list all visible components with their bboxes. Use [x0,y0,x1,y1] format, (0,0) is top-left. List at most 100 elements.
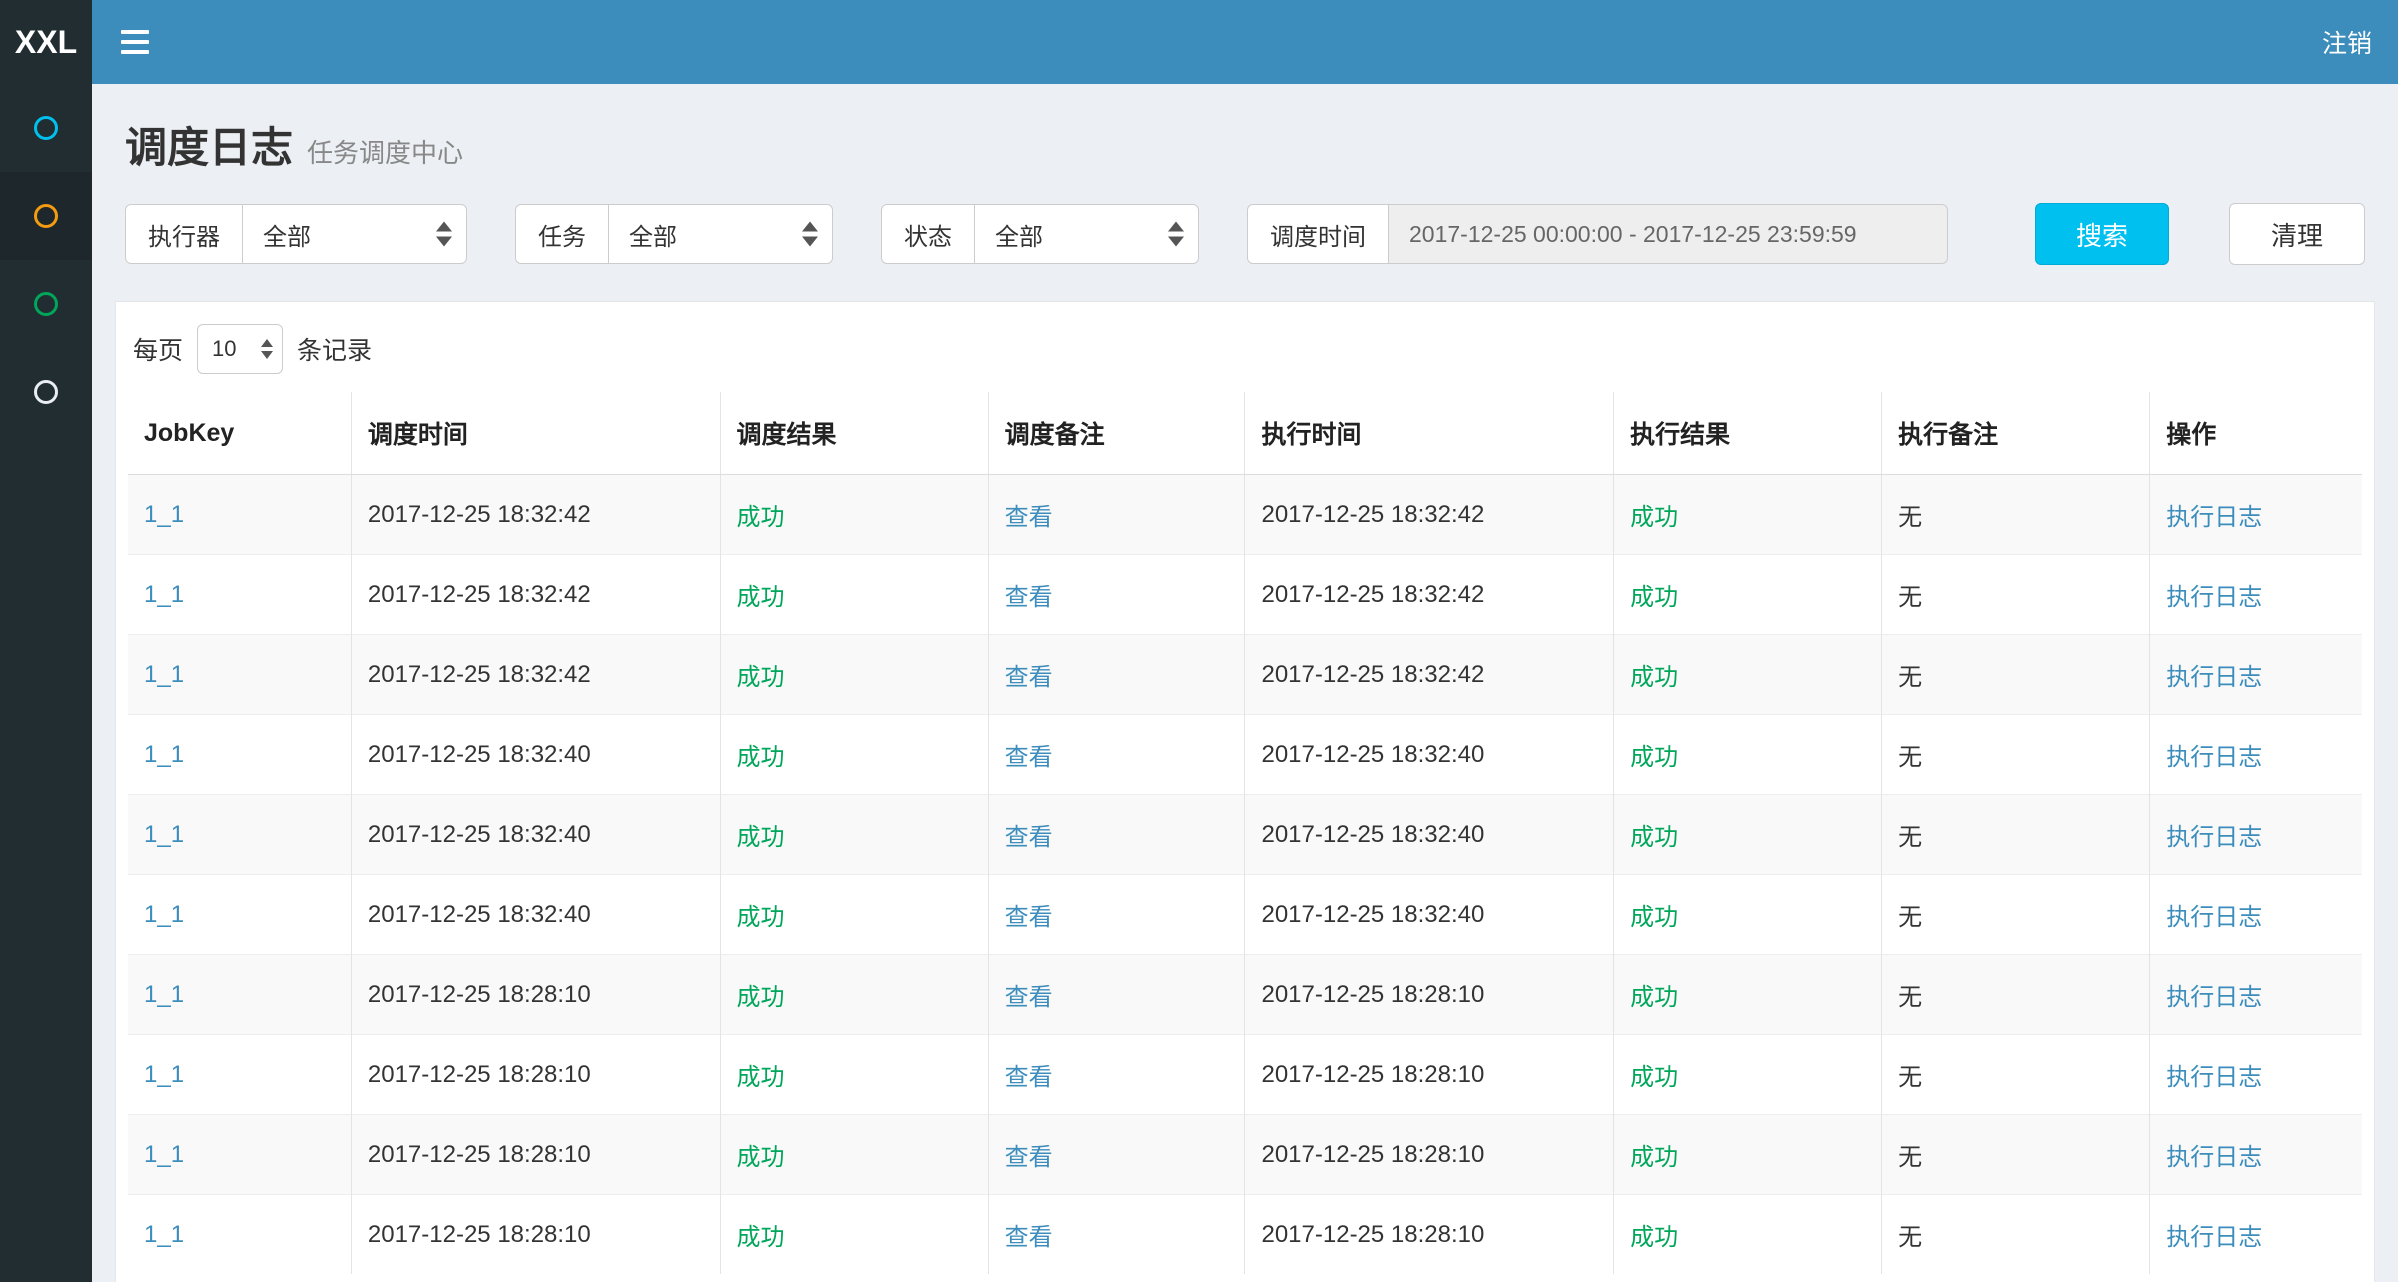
trigger-time-range-input[interactable] [1388,204,1948,264]
jobkey-link[interactable]: 1_1 [144,821,184,848]
handle-time-cell: 2017-12-25 18:28:10 [1245,1035,1614,1115]
page-subtitle: 任务调度中心 [307,133,463,170]
view-trigger-msg-link[interactable]: 查看 [1005,664,1053,691]
exec-log-link[interactable]: 执行日志 [2166,664,2262,691]
jobkey-link[interactable]: 1_1 [144,581,184,608]
jobkey-link-cell: 1_1 [128,635,351,715]
column-header-handle-time: 执行时间 [1245,392,1614,475]
exec-log-link[interactable]: 执行日志 [2166,1064,2262,1091]
log-table: JobKey调度时间调度结果调度备注执行时间执行结果执行备注操作 1_12017… [128,392,2362,1274]
column-header-trigger-result: 调度结果 [720,392,988,475]
status-select[interactable]: 全部 [974,204,1199,264]
handle-time-cell: 2017-12-25 18:32:40 [1245,795,1614,875]
content-header: 调度日志 任务调度中心 [115,84,2375,203]
view-trigger-msg-link[interactable]: 查看 [1005,1144,1053,1171]
trigger-time-cell: 2017-12-25 18:32:40 [351,795,720,875]
exec-log-link-cell: 执行日志 [2150,635,2362,715]
exec-log-link[interactable]: 执行日志 [2166,904,2262,931]
handle-result-cell: 成功 [1614,475,1882,555]
executor-select[interactable]: 全部 [242,204,467,264]
view-trigger-msg-link-cell: 查看 [988,635,1245,715]
status-select-value: 全部 [995,217,1043,252]
jobkey-link[interactable]: 1_1 [144,1141,184,1168]
sidebar-toggle-button[interactable] [100,0,170,84]
column-header-action: 操作 [2150,392,2362,475]
view-trigger-msg-link[interactable]: 查看 [1005,584,1053,611]
status-filter-group: 状态 全部 [881,204,1199,264]
logout-link[interactable]: 注销 [2296,0,2398,84]
column-header-handle-msg: 执行备注 [1882,392,2150,475]
content-area: 调度日志 任务调度中心 执行器 全部 任务 全部 状态 全部 [92,84,2398,1282]
log-panel: 每页 10 条记录 JobKey调度时间调度结果调度备注执行时间执行结果执行备注… [115,301,2375,1282]
clear-button[interactable]: 清理 [2229,203,2365,265]
log-table-body: 1_12017-12-25 18:32:42成功查看2017-12-25 18:… [128,475,2362,1275]
jobkey-link-cell: 1_1 [128,1115,351,1195]
executor-select-value: 全部 [263,217,311,252]
exec-log-link[interactable]: 执行日志 [2166,984,2262,1011]
table-row: 1_12017-12-25 18:28:10成功查看2017-12-25 18:… [128,1195,2362,1275]
view-trigger-msg-link[interactable]: 查看 [1005,1224,1053,1251]
trigger-result-cell: 成功 [720,1115,988,1195]
handle-msg-cell: 无 [1882,1115,2150,1195]
trigger-result-cell: 成功 [720,875,988,955]
sidebar-item-3[interactable] [0,260,92,348]
handle-msg-cell: 无 [1882,875,2150,955]
trigger-time-cell: 2017-12-25 18:32:40 [351,715,720,795]
jobkey-link[interactable]: 1_1 [144,741,184,768]
jobkey-link[interactable]: 1_1 [144,1221,184,1248]
trigger-time-filter-group: 调度时间 [1247,204,1948,264]
circle-outline-icon [34,116,58,140]
sidebar-item-4[interactable] [0,348,92,436]
exec-log-link-cell: 执行日志 [2150,1195,2362,1275]
exec-log-link[interactable]: 执行日志 [2166,824,2262,851]
view-trigger-msg-link-cell: 查看 [988,715,1245,795]
jobkey-link[interactable]: 1_1 [144,901,184,928]
jobkey-link[interactable]: 1_1 [144,1061,184,1088]
column-header-jobkey: JobKey [128,392,351,475]
view-trigger-msg-link[interactable]: 查看 [1005,1064,1053,1091]
select-arrows-icon [1168,222,1184,247]
exec-log-link[interactable]: 执行日志 [2166,584,2262,611]
trigger-time-cell: 2017-12-25 18:32:42 [351,475,720,555]
view-trigger-msg-link[interactable]: 查看 [1005,744,1053,771]
handle-time-cell: 2017-12-25 18:32:40 [1245,875,1614,955]
exec-log-link[interactable]: 执行日志 [2166,1224,2262,1251]
executor-filter-label: 执行器 [125,204,242,264]
exec-log-link[interactable]: 执行日志 [2166,504,2262,531]
search-button[interactable]: 搜索 [2035,203,2169,265]
view-trigger-msg-link[interactable]: 查看 [1005,904,1053,931]
view-trigger-msg-link[interactable]: 查看 [1005,984,1053,1011]
page-length-value: 10 [212,336,236,362]
status-filter-label: 状态 [881,204,974,264]
exec-log-link-cell: 执行日志 [2150,715,2362,795]
trigger-time-cell: 2017-12-25 18:32:42 [351,635,720,715]
job-select[interactable]: 全部 [608,204,833,264]
handle-msg-cell: 无 [1882,475,2150,555]
jobkey-link-cell: 1_1 [128,715,351,795]
trigger-result-cell: 成功 [720,635,988,715]
jobkey-link[interactable]: 1_1 [144,501,184,528]
trigger-result-cell: 成功 [720,475,988,555]
trigger-time-cell: 2017-12-25 18:28:10 [351,955,720,1035]
sidebar-item-1[interactable] [0,84,92,172]
handle-msg-cell: 无 [1882,635,2150,715]
view-trigger-msg-link-cell: 查看 [988,1115,1245,1195]
job-filter-group: 任务 全部 [515,204,833,264]
sidebar-item-2[interactable] [0,172,92,260]
exec-log-link-cell: 执行日志 [2150,795,2362,875]
trigger-time-cell: 2017-12-25 18:32:40 [351,875,720,955]
exec-log-link[interactable]: 执行日志 [2166,744,2262,771]
select-arrows-icon [261,339,273,359]
app-logo[interactable]: XXL [0,0,92,84]
exec-log-link-cell: 执行日志 [2150,555,2362,635]
jobkey-link-cell: 1_1 [128,555,351,635]
jobkey-link[interactable]: 1_1 [144,661,184,688]
jobkey-link[interactable]: 1_1 [144,981,184,1008]
circle-outline-icon [34,380,58,404]
exec-log-link[interactable]: 执行日志 [2166,1144,2262,1171]
view-trigger-msg-link[interactable]: 查看 [1005,824,1053,851]
handle-time-cell: 2017-12-25 18:32:42 [1245,475,1614,555]
view-trigger-msg-link[interactable]: 查看 [1005,504,1053,531]
page-length-select[interactable]: 10 [197,324,283,374]
handle-msg-cell: 无 [1882,555,2150,635]
